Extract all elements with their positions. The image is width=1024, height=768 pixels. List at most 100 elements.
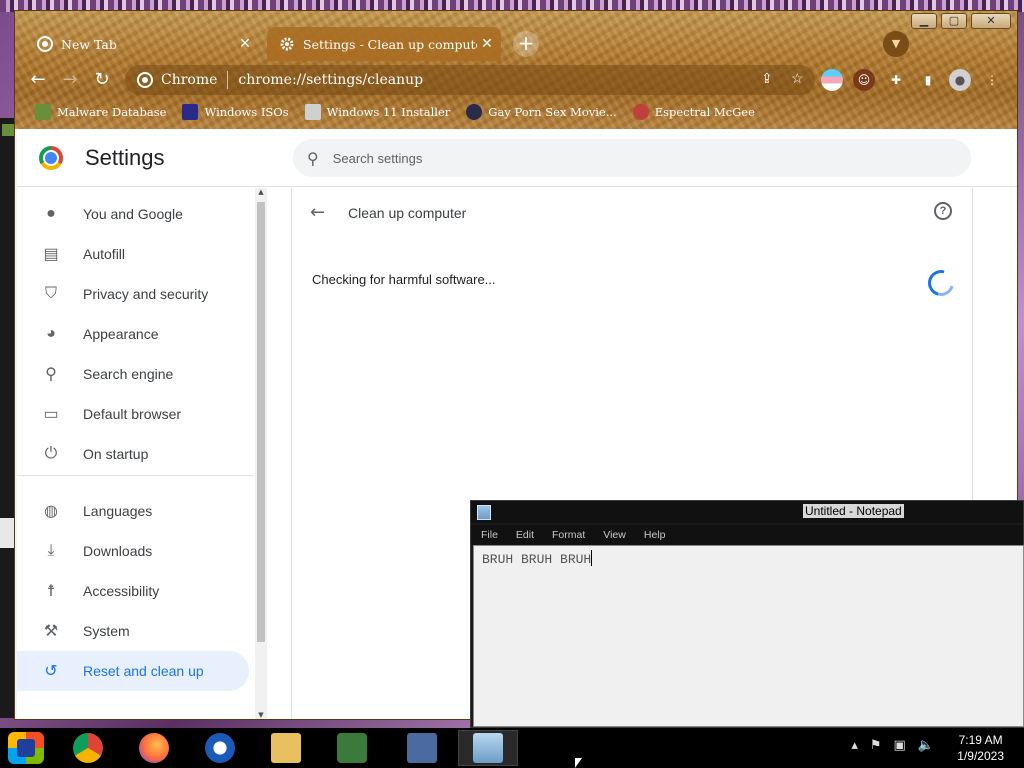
clock[interactable]: 7:19 AM 1/9/2023: [957, 732, 1004, 764]
firefox-icon: [139, 733, 169, 763]
menu-help[interactable]: Help: [644, 529, 666, 541]
sidebar-item-search-engine[interactable]: ⚲ Search engine: [17, 354, 249, 394]
sidebar-item-label: Accessibility: [83, 583, 160, 599]
clipboard-icon: ▤: [43, 246, 59, 263]
flag-icon[interactable]: ⚑: [870, 738, 882, 753]
share-icon[interactable]: ⇪: [761, 71, 773, 87]
scroll-down-arrow-icon[interactable]: ▼: [255, 711, 267, 719]
toolbar: ← → ↻ Chrome chrome://settings/cleanup ⇪…: [15, 63, 1017, 97]
url-text: chrome://settings/cleanup: [238, 72, 424, 88]
person-icon: ●: [46, 205, 56, 222]
sidebar-item-default-browser[interactable]: ▭ Default browser: [17, 394, 249, 434]
reload-button[interactable]: ↻: [89, 67, 115, 93]
maximize-button[interactable]: ▢: [941, 13, 967, 29]
sidebar-item-languages[interactable]: ◍ Languages: [17, 491, 249, 531]
bookmark-icon: [466, 104, 483, 120]
sidebar-item-accessibility[interactable]: ☨ Accessibility: [17, 571, 249, 611]
sidebar-item-privacy[interactable]: ⛉ Privacy and security: [17, 274, 249, 314]
power-icon: ⏻: [44, 445, 58, 462]
browser-frame: ▁ ▢ ✕ New Tab ✕ Settings - Clean up comp…: [15, 11, 1017, 129]
sidebar-item-reset[interactable]: ↺ Reset and clean up: [17, 651, 249, 691]
notepad-menu: File Edit Format View Help: [471, 525, 1023, 545]
sidebar-item-on-startup[interactable]: ⏻ On startup: [17, 434, 249, 474]
bookmark-item[interactable]: Espectral McGee: [632, 104, 755, 120]
taskbar-notepad[interactable]: [458, 730, 518, 766]
chevron-up-icon[interactable]: ▴: [851, 738, 858, 753]
network-icon[interactable]: ▣: [894, 738, 906, 753]
sidebar-item-label: Default browser: [83, 406, 182, 422]
new-tab-button[interactable]: +: [513, 31, 539, 57]
forward-button[interactable]: →: [57, 67, 83, 93]
profile-icon[interactable]: ●: [949, 69, 971, 91]
clock-date: 1/9/2023: [957, 749, 1004, 763]
settings-search[interactable]: ⚲: [293, 139, 971, 177]
bookmark-star-icon[interactable]: ☆: [791, 71, 804, 87]
window-controls: ▁ ▢ ✕: [911, 13, 1011, 29]
sidebar-item-label: On startup: [83, 446, 149, 462]
bookmark-item[interactable]: Gay Porn Sex Movie...: [466, 104, 617, 120]
sidebar-item-downloads[interactable]: ⤓ Downloads: [17, 531, 249, 571]
menu-format[interactable]: Format: [552, 529, 585, 541]
mouse-cursor-icon: [575, 758, 582, 768]
bookmark-item[interactable]: Windows 11 Installer: [304, 104, 450, 120]
scroll-up-arrow-icon[interactable]: ▲: [255, 188, 267, 196]
menu-view[interactable]: View: [603, 529, 626, 541]
close-button[interactable]: ✕: [971, 13, 1011, 29]
bookmark-icon: [182, 104, 199, 120]
network-people-icon: [337, 733, 367, 763]
back-button[interactable]: ←: [25, 67, 51, 93]
close-tab-icon[interactable]: ✕: [235, 36, 255, 52]
taskbar-file-explorer[interactable]: [256, 730, 316, 766]
notepad-titlebar[interactable]: Untitled - Notepad: [471, 501, 1023, 523]
help-icon[interactable]: ?: [934, 202, 952, 220]
sidebar-item-system[interactable]: ⚒ System: [17, 611, 249, 651]
sidebar-scrollbar[interactable]: ▲ ▼: [255, 188, 267, 719]
control-panel-icon: [407, 733, 437, 763]
sidebar-item-appearance[interactable]: ◕ Appearance: [17, 314, 249, 354]
taskbar-network[interactable]: [322, 730, 382, 766]
taskbar-chrome[interactable]: [58, 730, 118, 766]
sidebar-item-label: Downloads: [83, 543, 153, 559]
start-button[interactable]: [8, 732, 44, 764]
browser-icon: ▭: [43, 406, 59, 423]
card-title: Clean up computer: [348, 205, 467, 221]
tab-new-tab[interactable]: New Tab ✕: [25, 27, 259, 61]
loading-spinner-icon: [923, 265, 959, 301]
sidebar-item-you-and-google[interactable]: ● You and Google: [17, 194, 249, 234]
taskbar-control-panel[interactable]: [392, 730, 452, 766]
close-tab-icon[interactable]: ✕: [477, 36, 497, 52]
avatar-extension-icon[interactable]: ☺: [853, 69, 875, 91]
outlook-icon: [205, 733, 235, 763]
back-arrow-icon[interactable]: ←: [310, 202, 325, 223]
notepad-text: BRUH BRUH BRUH: [482, 552, 592, 567]
bookmark-item[interactable]: Malware Database: [35, 104, 166, 120]
search-input[interactable]: [332, 150, 933, 166]
side-panel-icon[interactable]: ▮: [917, 69, 939, 91]
tab-search-button[interactable]: ▼: [883, 31, 909, 57]
volume-icon[interactable]: 🔈: [918, 738, 934, 753]
taskbar-firefox[interactable]: [124, 730, 184, 766]
menu-file[interactable]: File: [481, 529, 498, 541]
folder-icon: [271, 733, 301, 763]
extension-icon[interactable]: [821, 69, 843, 91]
sidebar-item-label: You and Google: [83, 206, 183, 222]
notepad-icon: [477, 505, 491, 520]
menu-edit[interactable]: Edit: [516, 529, 534, 541]
bookmark-item[interactable]: Windows ISOs: [182, 104, 289, 120]
sidebar-item-label: Reset and clean up: [83, 663, 204, 679]
bookmark-icon: [304, 104, 321, 120]
taskbar-outlook[interactable]: [190, 730, 250, 766]
site-label: Chrome: [161, 72, 218, 88]
tab-settings[interactable]: Settings - Clean up computer ✕: [267, 27, 501, 61]
scroll-thumb[interactable]: [257, 202, 265, 642]
address-bar[interactable]: Chrome chrome://settings/cleanup ⇪ ☆: [125, 65, 815, 95]
menu-icon[interactable]: ⋮: [981, 69, 1003, 91]
sidebar-item-autofill[interactable]: ▤ Autofill: [17, 234, 249, 274]
system-tray: ▴ ⚑ ▣ 🔈: [851, 738, 934, 753]
notepad-text-area[interactable]: BRUH BRUH BRUH: [473, 545, 1024, 727]
puzzle-icon[interactable]: ✚: [885, 69, 907, 91]
sidebar-item-label: System: [83, 623, 130, 639]
globe-icon: ◍: [44, 503, 58, 520]
gear-icon: [280, 37, 294, 51]
minimize-button[interactable]: ▁: [911, 13, 937, 29]
